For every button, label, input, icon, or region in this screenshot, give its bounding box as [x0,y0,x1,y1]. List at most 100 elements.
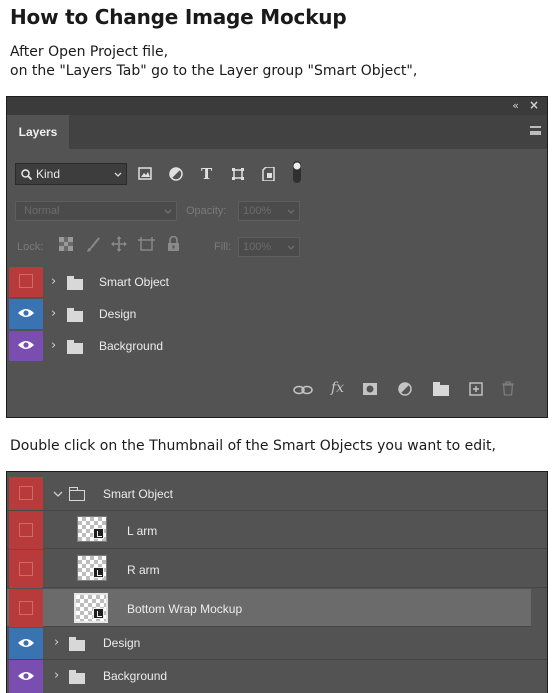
layers-panel: « × Layers Kind T Normal Opacity: 100% L… [6,96,548,418]
lock-pixels-icon[interactable] [85,237,101,253]
image-filter-icon[interactable] [138,167,152,180]
opacity-field[interactable]: 100% [238,201,300,221]
lock-label: Lock: [17,241,44,253]
layer-name: Bottom Wrap Mockup [127,602,243,616]
visibility-off-box [19,562,33,576]
layer-row-design[interactable]: › Design [7,628,547,660]
visibility-off-box [19,486,33,500]
smart-object-thumbnail[interactable] [77,516,107,542]
chevron-right-icon[interactable]: › [54,635,59,650]
trash-icon[interactable] [502,381,514,396]
eye-icon [18,672,34,680]
opacity-label: Opacity: [186,205,227,217]
opacity-value: 100% [243,205,272,217]
chevron-down-icon [287,245,295,250]
smart-object-filter-icon[interactable] [262,167,275,181]
mask-icon[interactable] [363,383,377,395]
panel-top-strip: « × [7,97,547,115]
adjustment-icon[interactable] [398,382,412,396]
chevron-down-icon[interactable] [53,491,63,498]
smart-object-thumbnail[interactable] [77,555,107,581]
fx-icon[interactable]: fx [331,380,344,396]
folder-open-icon [68,487,85,501]
layer-name: Background [103,669,168,683]
filter-toggle-icon[interactable] [290,161,304,185]
new-layer-icon[interactable] [469,382,483,396]
layer-row-design[interactable]: › Design [7,299,547,331]
instruction-text: Double click on the Thumbnail of the Sma… [10,438,496,454]
visibility-toggle[interactable] [9,589,43,627]
lock-position-icon[interactable] [111,236,127,252]
panel-tab-bar: Layers [7,115,547,149]
smart-object-badge-icon [93,608,104,619]
layer-name: Background [99,339,164,353]
visibility-toggle[interactable] [9,477,43,510]
search-icon [21,169,32,180]
layer-row-r-arm[interactable]: R arm [7,550,547,588]
intro-line-1: After Open Project file, [10,44,169,60]
smart-object-badge-icon [93,567,104,578]
visibility-toggle[interactable] [9,660,43,693]
visibility-off-box [19,274,33,288]
layers-panel-expanded: Smart Object L arm R arm Bottom Wrap Moc… [6,471,548,693]
new-group-icon[interactable] [433,382,449,396]
visibility-toggle[interactable] [9,628,43,659]
visibility-toggle[interactable] [9,511,43,549]
chevron-right-icon[interactable]: › [51,338,56,353]
chevron-down-icon [114,172,122,177]
lock-transparent-icon[interactable] [59,237,73,251]
fill-field[interactable]: 100% [238,237,300,257]
layers-bottom-bar: fx [7,380,547,404]
blend-mode-value: Normal [24,205,60,217]
layer-name: L arm [127,524,158,538]
visibility-toggle[interactable] [9,331,43,361]
tab-layers[interactable]: Layers [7,115,69,149]
link-icon[interactable] [293,385,313,395]
chevron-down-icon [164,209,172,214]
filter-kind-label: Kind [36,167,61,181]
chevron-down-icon [287,209,295,214]
panel-menu-icon[interactable] [530,126,541,135]
filter-kind-select[interactable]: Kind [15,163,127,185]
chevron-right-icon[interactable]: › [51,306,56,321]
fill-value: 100% [243,241,272,253]
visibility-toggle[interactable] [9,299,43,329]
lock-all-icon[interactable] [167,236,180,251]
type-filter-icon[interactable]: T [201,165,212,183]
layer-row-bottom-wrap-mockup[interactable]: Bottom Wrap Mockup [7,589,531,627]
layer-row-smart-object-group[interactable]: Smart Object [7,477,547,511]
smart-object-thumbnail[interactable] [74,593,108,623]
adjustment-filter-icon[interactable] [169,167,183,181]
folder-icon [69,637,85,651]
visibility-off-box [19,523,33,537]
folder-icon [67,308,83,322]
layer-name: R arm [127,563,160,577]
eye-icon [18,639,34,647]
intro-line-2: on the "Layers Tab" go to the Layer grou… [10,63,418,79]
folder-icon [69,670,85,684]
lock-artboard-icon[interactable] [138,237,155,252]
shape-filter-icon[interactable] [231,167,245,181]
eye-icon [18,341,34,349]
page-title: How to Change Image Mockup [10,5,347,29]
layer-row-background[interactable]: › Background [7,331,547,363]
chevron-right-icon[interactable]: › [51,274,56,289]
visibility-off-box [19,601,33,615]
folder-icon [67,276,83,290]
visibility-toggle[interactable] [9,550,43,588]
collapse-icon[interactable]: « [512,99,519,112]
fill-label: Fill: [214,241,232,253]
eye-icon [18,309,34,317]
layer-name: Design [103,636,141,650]
chevron-right-icon[interactable]: › [54,668,59,683]
layer-row-smart-object[interactable]: › Smart Object [7,267,547,299]
blend-mode-select[interactable]: Normal [15,201,177,221]
layer-row-l-arm[interactable]: L arm [7,511,547,549]
folder-icon [67,340,83,354]
smart-object-badge-icon [93,528,104,539]
layer-name: Smart Object [103,487,174,501]
layer-name: Smart Object [99,275,170,289]
layer-row-background[interactable]: › Background [7,660,547,693]
visibility-toggle[interactable] [9,267,43,297]
close-icon[interactable]: × [529,98,539,112]
